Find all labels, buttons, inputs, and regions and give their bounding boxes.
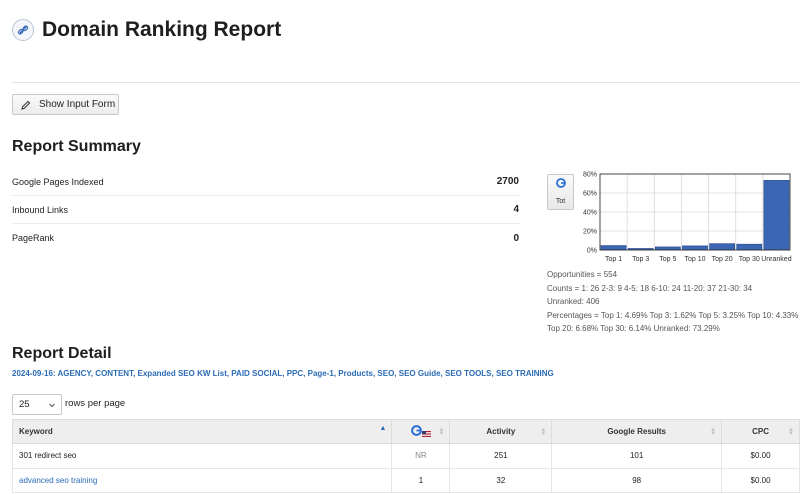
bar bbox=[736, 243, 763, 251]
table-row: advanced seo training 1 32 98 $0.00 bbox=[11, 467, 800, 493]
chevron-down-icon bbox=[48, 401, 56, 412]
bar bbox=[682, 245, 708, 251]
summary-value: 0 bbox=[513, 232, 519, 244]
chart-total-toggle[interactable]: Tot bbox=[547, 174, 574, 210]
col-google-results-label: Google Results bbox=[607, 427, 666, 436]
header-divider bbox=[12, 82, 800, 83]
rows-per-page-select[interactable]: 25 bbox=[12, 394, 62, 415]
ranking-distribution-chart: 0% 20% 40% 60% 80% Top 1 Top 3 Top 5 Top 10 Top 2… bbox=[583, 172, 792, 264]
keyword-cell: advanced seo training bbox=[11, 467, 393, 493]
summary-value: 4 bbox=[513, 204, 519, 215]
y-tick-label: 80% bbox=[583, 172, 597, 179]
page-title: Domain Ranking Report bbox=[42, 18, 282, 41]
table-row: 301 redirect seo NR 251 101 $0.00 bbox=[11, 443, 800, 469]
rows-per-page-label: rows per page bbox=[65, 398, 126, 409]
table-header-row: Keyword ▲ ▲ ▼ Activity ▲ ▼ Google Result… bbox=[11, 419, 800, 444]
col-cpc-label: CPC bbox=[752, 427, 769, 436]
google-icon bbox=[556, 178, 566, 190]
pencil-icon bbox=[21, 100, 31, 110]
us-flag-icon bbox=[421, 430, 431, 439]
unranked-text: Unranked: 406 bbox=[547, 297, 600, 306]
summary-value: 2700 bbox=[496, 176, 519, 187]
summary-label: Google Pages Indexed bbox=[12, 176, 104, 187]
show-input-form-button[interactable]: Show Input Form bbox=[12, 94, 119, 115]
rank-cell: 1 bbox=[391, 467, 451, 493]
x-tick-label: Unranked bbox=[761, 256, 791, 263]
chart-notes: Opportunities = 554 Counts = 1: 26 2-3: … bbox=[547, 268, 800, 336]
col-keyword-label: Keyword bbox=[19, 427, 53, 436]
opportunities-text: Opportunities = 554 bbox=[547, 270, 618, 279]
report-summary-title: Report Summary bbox=[12, 138, 141, 155]
google-results-cell: 101 bbox=[551, 443, 723, 469]
summary-row-pagerank: PageRank 0 bbox=[12, 224, 520, 252]
rows-per-page-value: 25 bbox=[19, 399, 30, 410]
chart-total-label: Tot bbox=[555, 198, 566, 205]
cpc-cell: $0.00 bbox=[721, 443, 800, 469]
link-icon bbox=[12, 19, 34, 41]
sort-icon: ▲ ▼ bbox=[540, 427, 547, 437]
keyword-cell: 301 redirect seo bbox=[11, 443, 393, 469]
sort-icon: ▲ ▼ bbox=[788, 427, 794, 437]
bar bbox=[654, 246, 681, 251]
rank-cell: NR bbox=[391, 443, 451, 469]
summary-label: Inbound Links bbox=[12, 204, 69, 215]
page-header: Domain Ranking Report bbox=[12, 18, 281, 42]
y-tick-label: 60% bbox=[583, 191, 597, 198]
bar bbox=[709, 243, 736, 251]
keyword-table: Keyword ▲ ▲ ▼ Activity ▲ ▼ Google Result… bbox=[11, 419, 800, 493]
report-detail-title: Report Detail bbox=[12, 345, 112, 362]
google-results-cell: 98 bbox=[551, 467, 723, 493]
x-tick-label: Top 5 bbox=[659, 256, 676, 263]
sort-icon: ▲ ▼ bbox=[710, 427, 717, 437]
percentages-text: Percentages = Top 1: 4.69% Top 3: 1.62% … bbox=[547, 310, 799, 334]
bar bbox=[600, 245, 627, 251]
col-cpc-header[interactable]: CPC ▲ ▼ bbox=[721, 419, 800, 444]
activity-cell: 251 bbox=[449, 443, 553, 469]
col-keyword-header[interactable]: Keyword ▲ bbox=[11, 419, 393, 444]
summary-row-pages-indexed: Google Pages Indexed 2700 bbox=[12, 168, 520, 196]
counts-text: Counts = 1: 26 2-3: 9 4-5: 18 6-10: 24 1… bbox=[547, 283, 753, 293]
x-tick-label: Top 3 bbox=[632, 256, 649, 263]
col-rank-header[interactable]: ▲ ▼ bbox=[391, 419, 451, 444]
activity-cell: 32 bbox=[449, 467, 553, 493]
bar bbox=[763, 180, 790, 251]
sort-icon: ▲ ▼ bbox=[438, 427, 445, 437]
y-tick-label: 20% bbox=[583, 229, 597, 236]
x-tick-label: Top 20 bbox=[712, 256, 733, 263]
col-activity-label: Activity bbox=[486, 427, 516, 436]
x-tick-label: Top 1 bbox=[605, 256, 622, 263]
summary-label: PageRank bbox=[12, 233, 55, 243]
report-tags-link[interactable]: 2024-09-16: AGENCY, CONTENT, Expanded SE… bbox=[12, 369, 554, 378]
col-google-results-header[interactable]: Google Results ▲ ▼ bbox=[551, 419, 723, 444]
summary-table: Google Pages Indexed 2700 Inbound Links … bbox=[12, 168, 520, 252]
summary-row-inbound-links: Inbound Links 4 bbox=[12, 196, 520, 224]
x-tick-label: Top 10 bbox=[684, 256, 705, 263]
y-tick-label: 0% bbox=[587, 248, 597, 255]
cpc-cell: $0.00 bbox=[721, 467, 800, 493]
y-tick-label: 40% bbox=[583, 210, 597, 217]
show-input-form-label: Show Input Form bbox=[39, 99, 116, 110]
col-activity-header[interactable]: Activity ▲ ▼ bbox=[449, 419, 553, 444]
sort-ascending-icon: ▲ bbox=[379, 425, 387, 432]
keyword-link[interactable]: advanced seo training bbox=[19, 476, 97, 485]
x-tick-label: Top 30 bbox=[739, 256, 760, 263]
